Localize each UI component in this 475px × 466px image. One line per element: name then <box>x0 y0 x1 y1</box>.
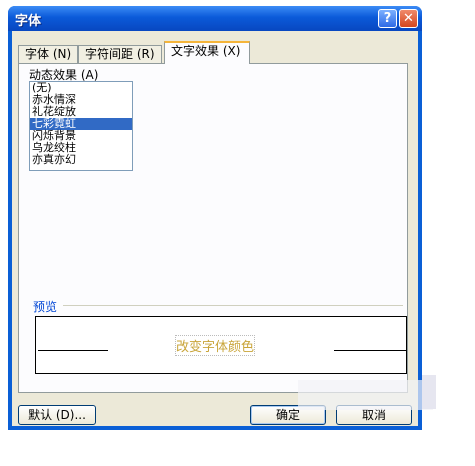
baseline-left <box>38 350 108 351</box>
window-title: 字体 <box>15 14 42 29</box>
close-button[interactable]: ✕ <box>399 9 418 28</box>
help-button[interactable]: ? <box>378 9 397 28</box>
text-effects-panel: 动态效果 (A) (无) 赤水情深 礼花绽放 七彩霓虹 闪烁背景 乌龙绞柱 亦真… <box>18 63 408 393</box>
title-bar[interactable]: 字体 ? ✕ <box>8 6 422 31</box>
list-item[interactable]: 亦真亦幻 <box>30 154 132 166</box>
animation-listbox[interactable]: (无) 赤水情深 礼花绽放 七彩霓虹 闪烁背景 乌龙绞柱 亦真亦幻 <box>29 81 133 171</box>
blur-overlay <box>298 380 433 410</box>
dialog-body: 字体 (N) 字符间距 (R) 文字效果 (X) 动态效果 (A) (无) 赤水… <box>12 31 418 426</box>
tab-font[interactable]: 字体 (N) <box>18 45 78 63</box>
font-dialog: 字体 ? ✕ 字体 (N) 字符间距 (R) 文字效果 (X) 动态效果 (A)… <box>8 6 422 430</box>
baseline-right <box>334 350 406 351</box>
preview-text: 改变字体颜色 <box>174 335 256 356</box>
blur-overlay-edge <box>422 375 436 409</box>
preview-divider <box>63 305 403 306</box>
tab-text-effects[interactable]: 文字效果 (X) <box>164 41 250 64</box>
tab-character-spacing[interactable]: 字符间距 (R) <box>78 45 162 63</box>
preview-label: 预览 <box>33 300 58 314</box>
default-button[interactable]: 默认 (D)... <box>18 405 96 425</box>
preview-box: 改变字体颜色 <box>35 316 407 374</box>
